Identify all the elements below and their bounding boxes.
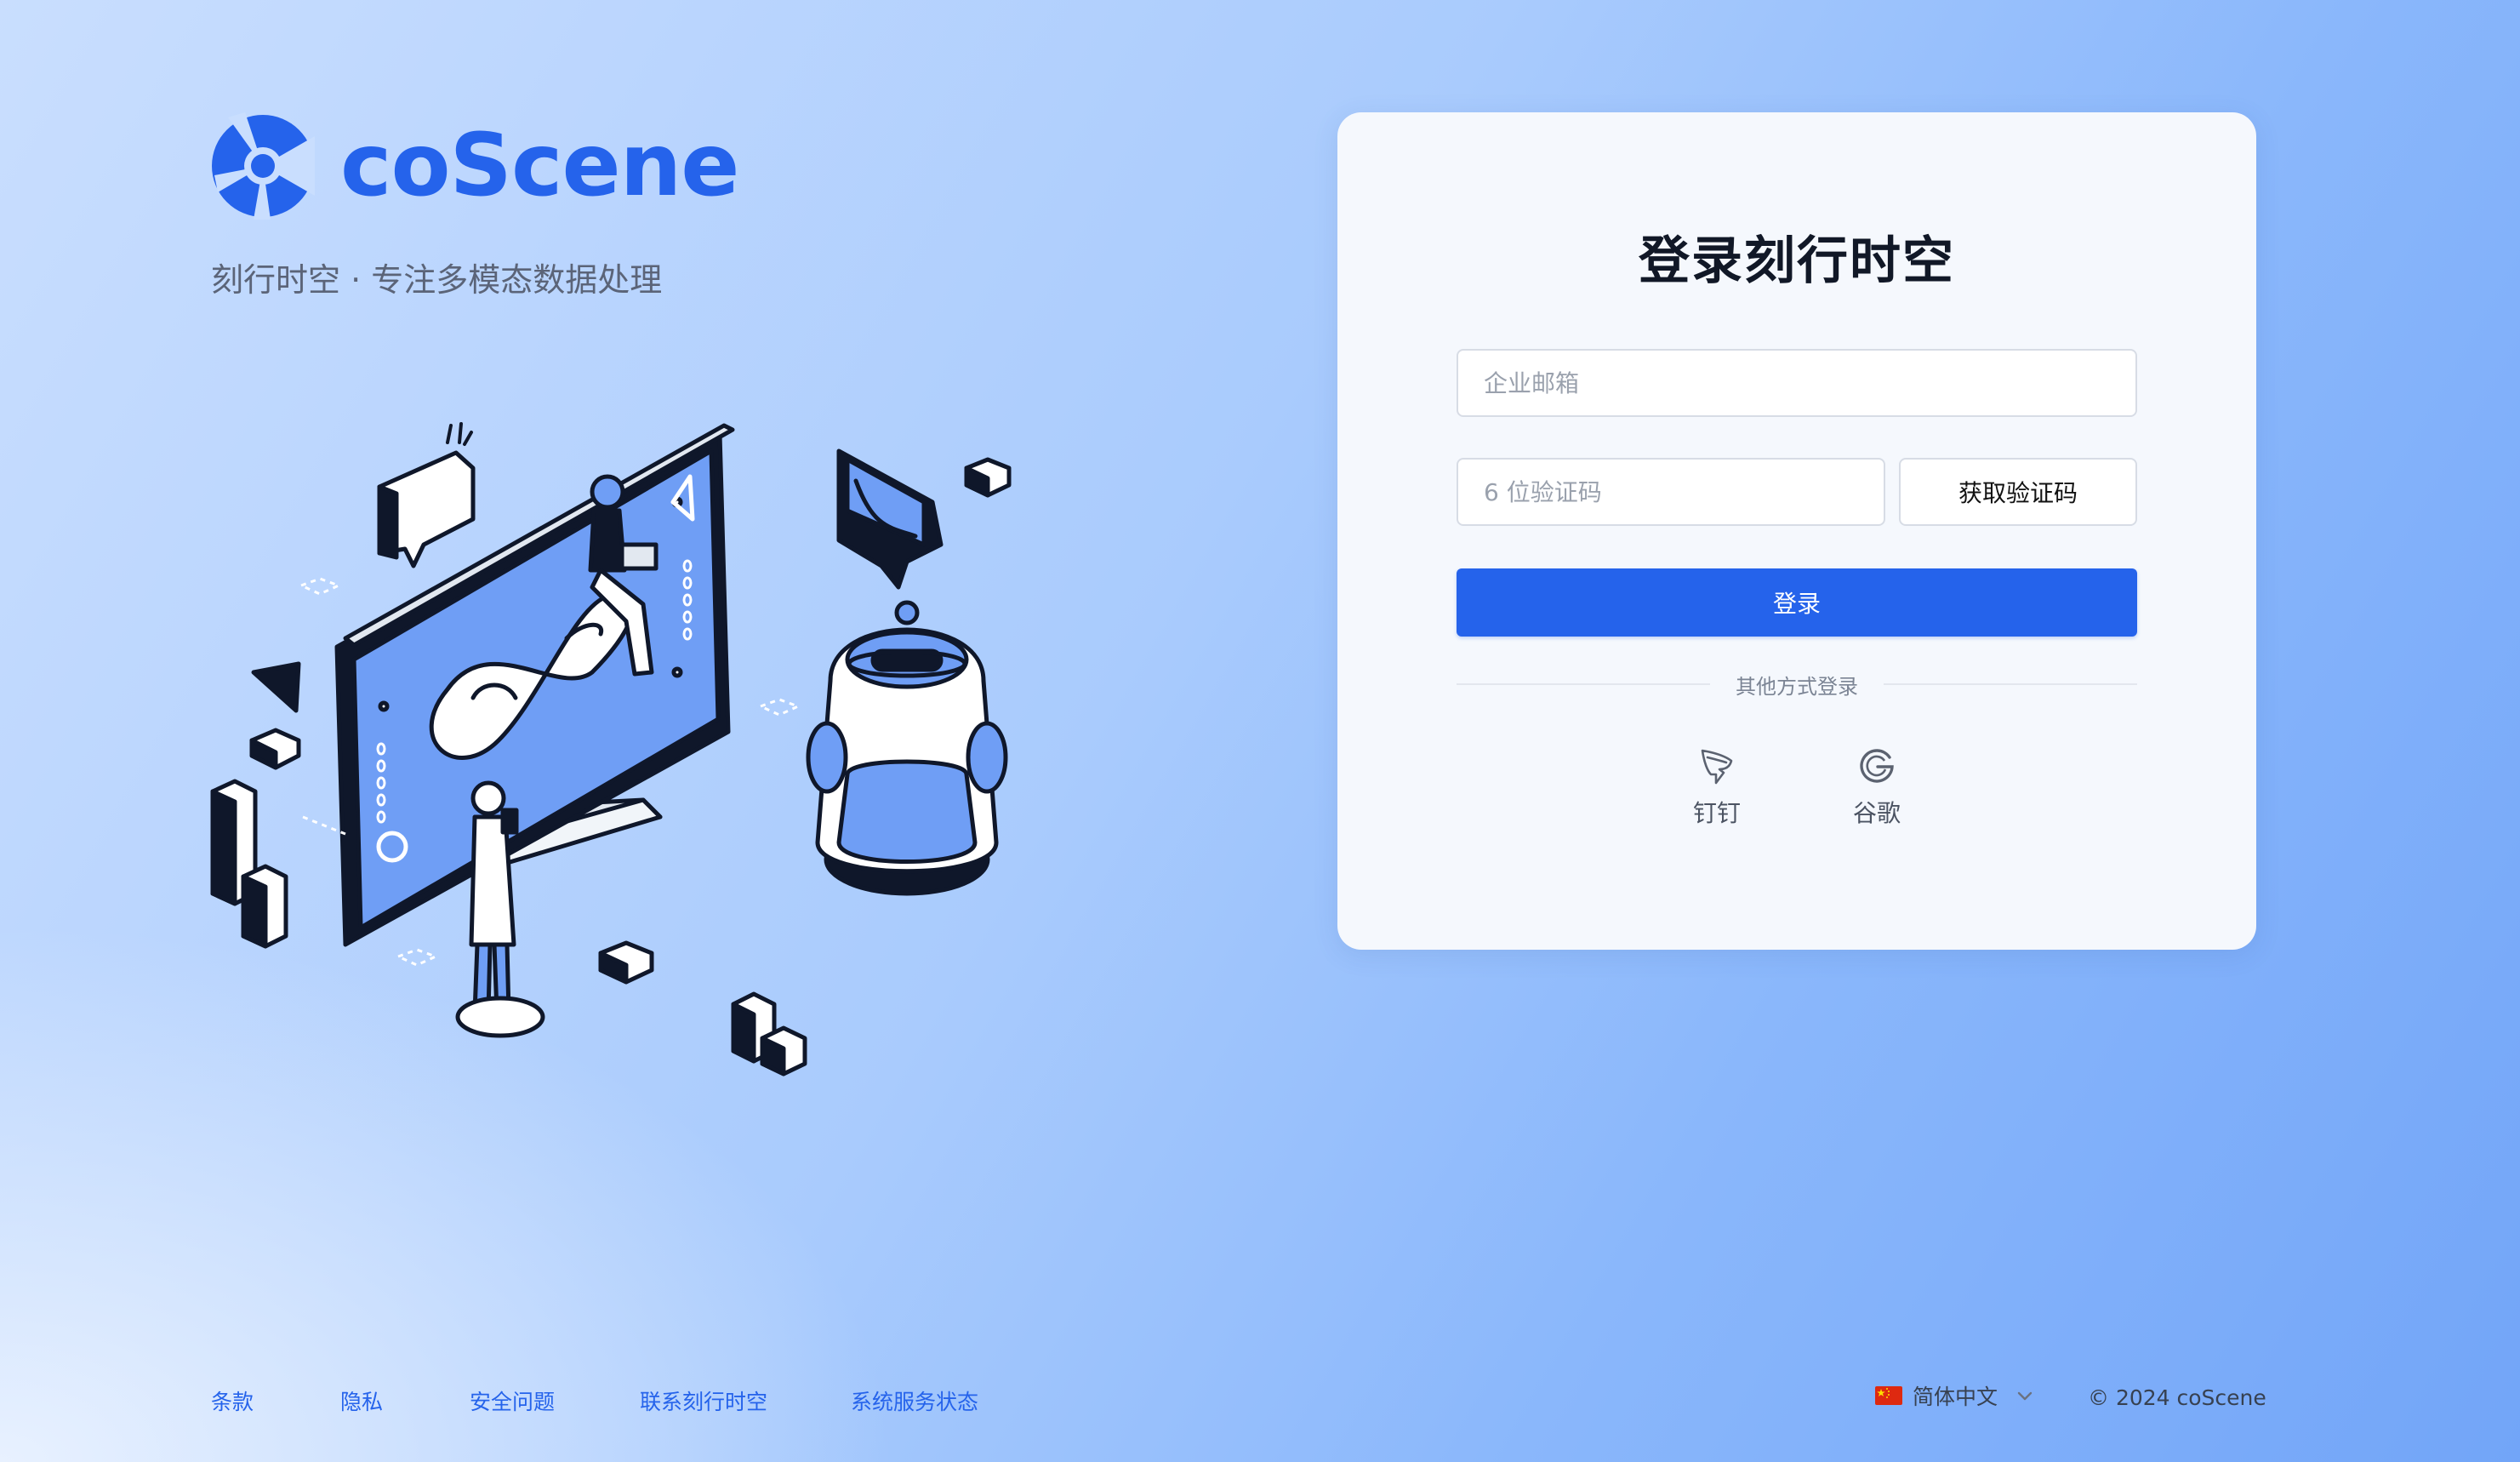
login-title: 登录刻行时空	[1639, 231, 1955, 291]
get-code-button-label: 获取验证码	[1958, 479, 2078, 507]
divider-text: 其他方式登录	[1736, 674, 1858, 699]
email-input[interactable]	[1457, 349, 2137, 417]
divider-line	[1457, 683, 1710, 685]
google-icon	[1860, 749, 1894, 783]
dingtalk-icon	[1701, 749, 1733, 785]
login-button-label: 登录	[1772, 590, 1821, 618]
login-button[interactable]: 登录	[1457, 568, 2137, 637]
footer-link-terms[interactable]: 条款	[211, 1385, 254, 1416]
verification-code-input[interactable]	[1457, 458, 1885, 526]
footer-link-status[interactable]: 系统服务状态	[851, 1385, 978, 1416]
get-code-button[interactable]: 获取验证码	[1899, 458, 2137, 526]
brand-tagline: 刻行时空 · 专注多模态数据处理	[211, 261, 663, 299]
brand-name: coScene	[340, 115, 739, 216]
china-flag-icon	[1875, 1386, 1902, 1405]
footer-link-contact[interactable]: 联系刻行时空	[640, 1385, 767, 1416]
footer-link-security[interactable]: 安全问题	[470, 1385, 555, 1416]
dingtalk-label: 钉钉	[1692, 799, 1741, 827]
chevron-down-icon	[2017, 1391, 2033, 1401]
dingtalk-login-button[interactable]: 钉钉	[1649, 744, 1785, 829]
login-card: 登录刻行时空 获取验证码 登录 其他方式登录 钉钉 谷歌	[1337, 112, 2256, 950]
google-label: 谷歌	[1852, 799, 1901, 827]
brand-logo: coScene	[211, 111, 739, 221]
google-login-button[interactable]: 谷歌	[1809, 744, 1945, 829]
language-label: 简体中文	[1913, 1385, 1998, 1409]
divider-line	[1884, 683, 2137, 685]
language-selector[interactable]: 简体中文	[1875, 1380, 2033, 1411]
hero-illustration	[210, 422, 1012, 1077]
copyright-text: © 2024 coScene	[2088, 1385, 2266, 1410]
other-login-divider: 其他方式登录	[1457, 667, 2137, 701]
footer-link-privacy[interactable]: 隐私	[340, 1385, 383, 1416]
coscene-logo-icon	[212, 112, 315, 220]
